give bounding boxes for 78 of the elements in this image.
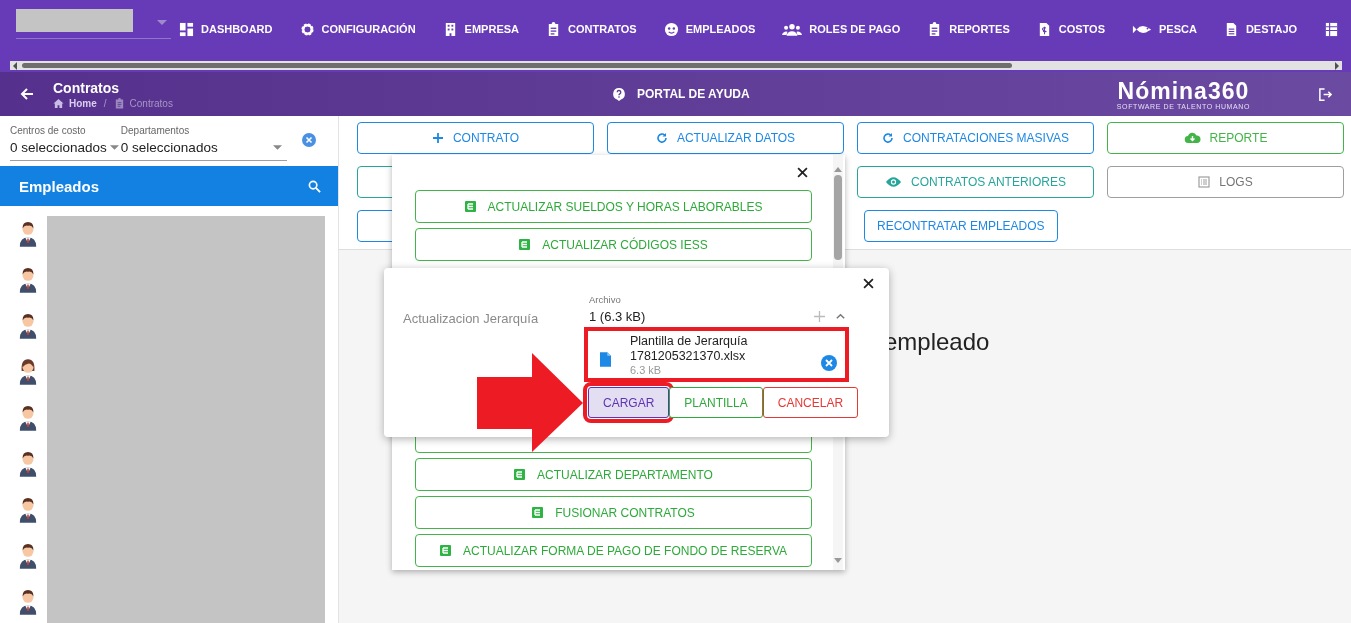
upload-label: Actualizacion Jerarquía — [403, 311, 539, 326]
refresh-icon — [882, 132, 894, 144]
spreadsheet-icon — [514, 469, 526, 480]
scrollbar-thumb[interactable] — [22, 63, 1012, 68]
page-title: Contratos — [53, 79, 121, 96]
field-label: Archivo — [589, 294, 622, 305]
person-avatar-icon — [17, 541, 38, 569]
table-icon[interactable] — [1324, 21, 1340, 37]
dashboard-icon — [179, 21, 194, 37]
nav-link[interactable]: COSTOS — [1036, 21, 1105, 37]
clipboard-icon — [546, 21, 561, 37]
person-avatar-icon — [17, 449, 38, 477]
scroll-down-icon[interactable] — [834, 558, 842, 563]
logout-icon[interactable] — [1318, 86, 1333, 102]
nav-link[interactable]: EMPRESA — [442, 21, 519, 37]
plus-icon — [431, 132, 444, 144]
person-avatar-icon — [17, 587, 38, 615]
file-size: 6.3 kB — [630, 364, 663, 377]
clear-icon[interactable] — [302, 133, 316, 147]
spreadsheet-icon — [519, 239, 531, 250]
nav-link[interactable]: CONFIGURACIÓN — [299, 21, 416, 37]
home-icon — [53, 97, 64, 109]
nav-link[interactable]: DESTAJO — [1223, 21, 1298, 37]
face-icon — [663, 21, 679, 37]
remove-icon[interactable] — [821, 355, 837, 371]
nav-link[interactable]: PESCA — [1132, 21, 1197, 37]
filter-select[interactable]: Departamentos 0 seleccionados — [120, 116, 287, 160]
gear-icon — [299, 21, 315, 37]
action-button[interactable]: LOGS — [1107, 166, 1344, 198]
action-button[interactable]: CONTRATACIONES MASIVAS — [857, 122, 1094, 154]
person-avatar-icon — [17, 265, 38, 293]
nav-link[interactable]: EMPLEADOS — [663, 21, 756, 37]
breadcrumb-link[interactable]: Home — [69, 97, 97, 109]
dropdown-caret-icon[interactable] — [157, 20, 167, 25]
employees-title: Empleados — [19, 177, 100, 195]
nav-link[interactable]: DASHBOARD — [179, 21, 273, 37]
help-icon — [612, 87, 626, 101]
back-arrow-icon[interactable] — [20, 87, 34, 101]
clipboard-icon — [113, 97, 125, 109]
person-avatar-icon — [17, 495, 38, 523]
spreadsheet-icon — [439, 545, 451, 556]
nav-link[interactable]: REPORTES — [927, 21, 1010, 37]
action-button[interactable]: ACTUALIZAR DATOS — [607, 122, 844, 154]
dropdown-caret-icon — [109, 145, 119, 150]
nav-link[interactable]: CONTRATOS — [546, 21, 637, 37]
file-summary: 1 (6.3 kB) — [589, 309, 646, 324]
cloud-download-icon — [1183, 132, 1201, 144]
person-avatar-icon — [17, 357, 38, 385]
search-icon[interactable] — [308, 179, 321, 193]
person-avatar-icon — [17, 219, 38, 247]
file-icon — [600, 352, 611, 367]
person-avatar-icon — [17, 311, 38, 339]
horizontal-scrollbar[interactable] — [10, 61, 1342, 70]
help-portal-link[interactable]: PORTAL DE AYUDA — [612, 87, 750, 101]
breadcrumb-link[interactable]: Contratos — [129, 97, 173, 109]
logo-wordmark: Nómina360 — [1117, 78, 1250, 103]
eye-icon — [885, 176, 903, 188]
spreadsheet-icon — [532, 507, 544, 518]
action-button[interactable]: RECONTRATAR EMPLEADOS — [864, 210, 1058, 242]
chevron-up-icon[interactable] — [835, 311, 846, 322]
breadcrumb-separator: / — [103, 97, 107, 109]
scroll-right-icon[interactable] — [1334, 61, 1340, 70]
list-icon — [1198, 176, 1211, 188]
file-name: Plantilla de Jerarquía 1781205321370.xlsx — [630, 334, 749, 364]
filter-select[interactable]: Centros de costo 0 seleccionados — [10, 116, 121, 160]
spreadsheet-icon — [464, 201, 476, 212]
scroll-left-icon[interactable] — [12, 61, 18, 70]
action-button[interactable]: CONTRATO — [357, 122, 594, 154]
people-icon — [782, 21, 803, 37]
close-icon[interactable] — [863, 278, 874, 289]
scrollbar-thumb[interactable] — [834, 175, 842, 260]
nav-link[interactable]: ROLES DE PAGO — [782, 21, 901, 37]
close-icon[interactable] — [797, 167, 808, 178]
person-avatar-icon — [17, 403, 38, 431]
scroll-up-icon[interactable] — [834, 167, 842, 172]
dialog-button[interactable]: CANCELAR — [762, 387, 859, 418]
dropdown-caret-icon — [273, 145, 282, 150]
refresh-icon — [655, 132, 668, 144]
